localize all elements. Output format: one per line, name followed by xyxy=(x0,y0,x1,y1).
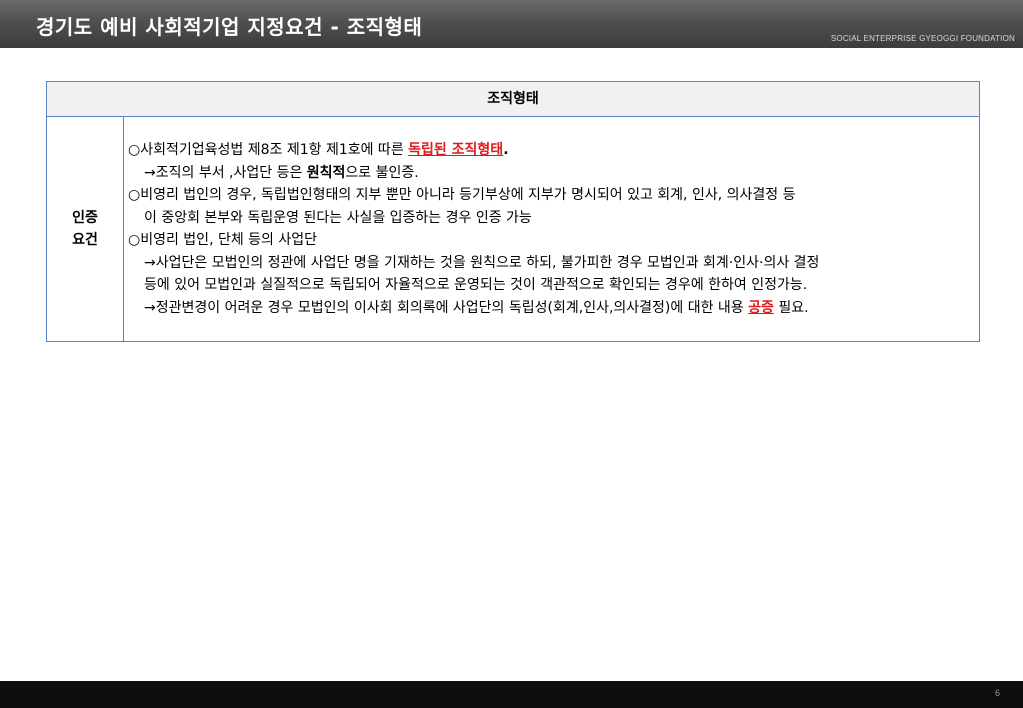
content-text: →조직의 부서 ,사업단 등은 xyxy=(144,164,307,181)
content-line-4: 이 중앙회 본부와 독립운영 된다는 사실을 입증하는 경우 인증 가능 xyxy=(144,209,532,226)
highlight-independent-org: 독립된 조직형태 xyxy=(408,142,504,158)
content-line-1: ○사회적기업육성법 제8조 제1항 제1호에 따른 독립된 조직형태. xyxy=(128,139,979,162)
row-label: 인증 요건 xyxy=(47,117,124,341)
row-label-line-1: 인증 xyxy=(72,210,98,226)
emphasis-principle: 원칙적 xyxy=(306,164,346,181)
page-number: 6 xyxy=(994,688,1000,698)
requirements-table: 조직형태 인증 요건 ○사회적기업육성법 제8조 제1항 제1호에 따른 독립된… xyxy=(46,81,980,342)
content-line-6: →사업단은 모법인의 정관에 사업단 명을 기재하는 것을 원칙으로 하되, 불… xyxy=(144,254,820,271)
footer-bar: 6 xyxy=(0,681,1023,708)
content-line-2: →조직의 부서 ,사업단 등은 원칙적으로 불인증. xyxy=(128,162,979,185)
content-text: ○사회적기업육성법 제8조 제1항 제1호에 따른 xyxy=(128,142,409,158)
content-text: →정관변경이 어려운 경우 모법인의 이사회 회의록에 사업단의 독립성(회계,… xyxy=(144,299,749,316)
content-line-7: 등에 있어 모법인과 실질적으로 독립되어 자율적으로 운영되는 것이 객관적으… xyxy=(144,277,808,293)
content-text: 필요. xyxy=(773,299,809,316)
organization-name: SOCIAL ENTERPRISE GYEOGGI FOUNDATION xyxy=(830,34,1015,43)
content-text: 으로 불인증. xyxy=(345,164,419,181)
row-label-line-2: 요건 xyxy=(72,232,98,248)
requirements-content: ○사회적기업육성법 제8조 제1항 제1호에 따른 독립된 조직형태. →조직의… xyxy=(125,117,979,341)
table-header: 조직형태 xyxy=(47,82,979,117)
content-text: . xyxy=(503,142,509,158)
highlight-notarization: 공증 xyxy=(748,299,774,316)
content-line-5: ○비영리 법인, 단체 등의 사업단 xyxy=(128,232,318,248)
page-title: 경기도 예비 사회적기업 지정요건 - 조직형태 xyxy=(36,15,423,39)
content-line-8: →정관변경이 어려운 경우 모법인의 이사회 회의록에 사업단의 독립성(회계,… xyxy=(128,297,979,320)
title-bar: 경기도 예비 사회적기업 지정요건 - 조직형태 SOCIAL ENTERPRI… xyxy=(0,0,1023,48)
content-line-3: ○비영리 법인의 경우, 독립법인형태의 지부 뿐만 아니라 등기부상에 지부가… xyxy=(128,187,796,203)
